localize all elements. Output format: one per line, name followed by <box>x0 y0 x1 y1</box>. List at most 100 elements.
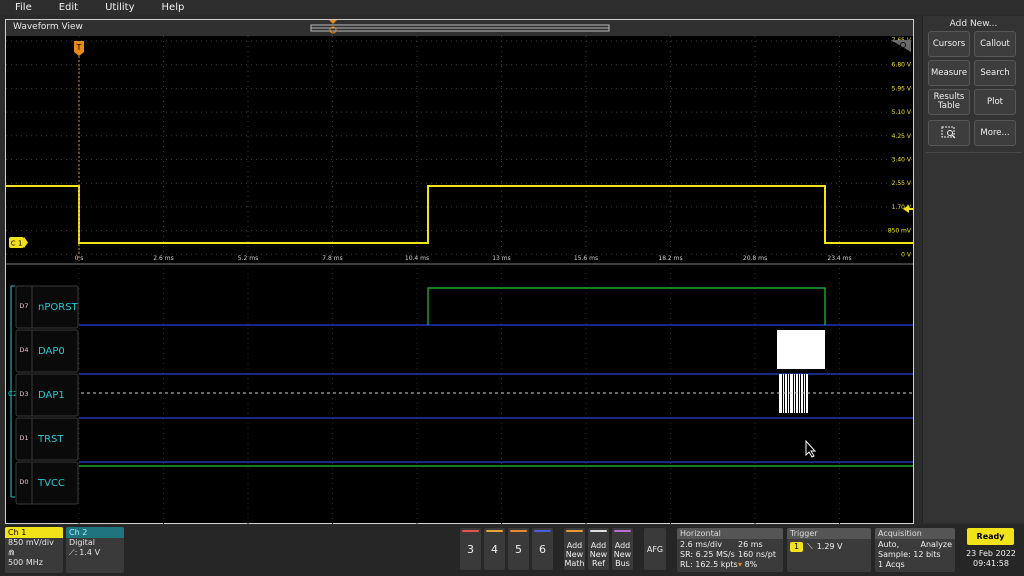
channel-6-label: 6 <box>539 542 546 556</box>
trigger-panel[interactable]: Trigger 1 ⟍ 1.29 V <box>787 528 871 572</box>
results-table-button[interactable]: Results Table <box>928 89 970 115</box>
digital-bit-label: D7 <box>19 302 28 310</box>
digital-lane-dap0[interactable]: D4 DAP0 <box>15 329 79 373</box>
trigger-source: 1 <box>790 542 804 552</box>
channel-6-color-stripe <box>534 530 551 532</box>
horizontal-duration: 26 ms <box>738 540 763 549</box>
nporst-high-trace <box>427 287 826 325</box>
horizontal-position: 8% <box>744 560 758 569</box>
y-tick-label: 6.80 V <box>892 62 912 69</box>
x-tick-label: 10.4 ms <box>405 255 429 262</box>
menu-file[interactable]: File <box>15 1 32 15</box>
channel-1-offset-label: C 1 <box>11 240 23 248</box>
add-new-ref-button[interactable]: Add New Ref <box>588 528 609 570</box>
plot-button[interactable]: Plot <box>974 89 1016 115</box>
afg-button[interactable]: AFG <box>644 528 666 570</box>
record-overview[interactable] <box>6 20 915 36</box>
ch1-badge-label: Ch 1 <box>5 527 63 538</box>
x-tick-label: 23.4 ms <box>827 255 851 262</box>
ch2-type: Digital <box>69 538 95 547</box>
ch2-threshold: 1.4 V <box>79 548 101 557</box>
zoom-box-icon <box>941 126 956 139</box>
trigger-position-marker-icon: ▾ <box>738 560 743 569</box>
add-new-bus-button[interactable]: Add New Bus <box>612 528 633 570</box>
horizontal-title: Horizontal <box>677 528 783 539</box>
bandwidth-limit-icon: ⋒ <box>8 548 15 557</box>
ready-status-button[interactable]: Ready <box>967 528 1014 545</box>
acquisition-sample: Sample: 12 bits <box>878 550 941 559</box>
horizontal-scale: 2.6 ms/div <box>680 540 722 549</box>
waveform-view[interactable]: Waveform View 7.65 V6.80 V5.95 V5.10 V4.… <box>5 19 914 524</box>
horizontal-panel[interactable]: Horizontal 2.6 ms/div 26 ms SR: 6.25 MS/… <box>677 528 783 572</box>
channel-6-button[interactable]: 6 <box>532 528 553 570</box>
channel-1-offset-marker[interactable]: C 1 <box>9 237 28 248</box>
digital-signal-name: TVCC <box>37 478 65 489</box>
channel-3-label: 3 <box>467 542 474 556</box>
add-new-panel: Add New... Cursors Callout Measure Searc… <box>922 16 1024 523</box>
bus-color-stripe <box>614 530 631 532</box>
digital-signal-name: TRST <box>37 434 64 445</box>
acquisition-mode: Auto, <box>878 540 900 549</box>
math-color-stripe <box>566 530 583 532</box>
search-button[interactable]: Search <box>974 60 1016 86</box>
digital-bit-label: D0 <box>19 478 28 486</box>
x-tick-label: 18.2 ms <box>658 255 682 262</box>
ch2-badge[interactable]: Ch 2 Digital ⟋: 1.4 V <box>66 527 124 573</box>
ref-color-stripe <box>590 530 607 532</box>
channel-5-button[interactable]: 5 <box>508 528 529 570</box>
add-new-bus-label: Add New Bus <box>613 541 632 568</box>
digital-plot[interactable]: C2 D7 nPORSTD4 DAP0D3 DAP1D1 TRSTD0 TVCC <box>8 268 913 524</box>
menu-help[interactable]: Help <box>162 1 185 15</box>
more-button[interactable]: More... <box>974 120 1016 146</box>
y-tick-label: 850 mV <box>888 228 912 235</box>
acquisition-count: 1 Acqs <box>878 560 905 569</box>
callout-button[interactable]: Callout <box>974 31 1016 57</box>
digital-lane-tvcc[interactable]: D0 TVCC <box>15 461 79 505</box>
time: 09:41:58 <box>973 559 1009 568</box>
threshold-icon: ⟋: <box>69 548 78 557</box>
record-length: RL: 162.5 kpts <box>680 560 738 569</box>
x-tick-label: 7.8 ms <box>322 255 342 262</box>
add-new-ref-label: Add New Ref <box>589 541 608 568</box>
trigger-position-icon <box>329 20 337 24</box>
digital-signal-name: nPORST <box>38 302 79 313</box>
digital-lane-trst[interactable]: D1 TRST <box>15 417 79 461</box>
menu-utility[interactable]: Utility <box>105 1 134 15</box>
acquisition-analyze: Analyze <box>920 540 952 549</box>
add-new-title: Add New... <box>949 19 998 29</box>
oscilloscope-app: File Edit Utility Help Waveform View 6.8… <box>0 0 1024 576</box>
x-tick-label: 13 ms <box>492 255 511 262</box>
channel-4-color-stripe <box>486 530 503 532</box>
analog-plot[interactable]: 7.65 V6.80 V5.95 V5.10 V4.25 V3.40 V2.55… <box>6 36 913 264</box>
add-new-math-button[interactable]: Add New Math <box>564 528 585 570</box>
zoom-box-button[interactable] <box>928 120 970 146</box>
menu-bar: File Edit Utility Help <box>0 0 1024 15</box>
y-tick-label: 2.55 V <box>892 180 912 187</box>
x-tick-label: 2.6 ms <box>153 255 173 262</box>
x-tick-label: 15.6 ms <box>574 255 598 262</box>
digital-grid <box>78 268 840 524</box>
trigger-slope-icon: ⟍ <box>807 542 813 551</box>
panel-divider <box>926 152 1022 153</box>
y-tick-label: 3.40 V <box>892 157 912 164</box>
channel-4-button[interactable]: 4 <box>484 528 505 570</box>
date-time: 23 Feb 2022 09:41:58 <box>962 549 1020 569</box>
trigger-title: Trigger <box>787 528 871 539</box>
digital-bit-label: D1 <box>19 434 28 442</box>
dap0-activity-block <box>777 330 825 369</box>
ch2-badge-label: Ch 2 <box>66 527 124 538</box>
digital-lane-dap1[interactable]: D3 DAP1 <box>15 373 79 417</box>
cursors-button[interactable]: Cursors <box>928 31 970 57</box>
trigger-marker-label: T <box>76 43 82 52</box>
y-tick-label: 5.95 V <box>892 85 912 92</box>
channel-3-button[interactable]: 3 <box>460 528 481 570</box>
acquisition-panel[interactable]: Acquisition Auto, Analyze Sample: 12 bit… <box>875 528 955 572</box>
channel-5-color-stripe <box>510 530 527 532</box>
measure-button[interactable]: Measure <box>928 60 970 86</box>
channel-4-label: 4 <box>491 542 498 556</box>
x-tick-label: 20.8 ms <box>743 255 767 262</box>
ch1-badge[interactable]: Ch 1 850 mV/div ⋒ 500 MHz <box>5 527 63 573</box>
waveform-view-header: Waveform View <box>6 20 913 36</box>
digital-lane-nporst[interactable]: D7 nPORST <box>15 285 79 329</box>
menu-edit[interactable]: Edit <box>59 1 78 15</box>
